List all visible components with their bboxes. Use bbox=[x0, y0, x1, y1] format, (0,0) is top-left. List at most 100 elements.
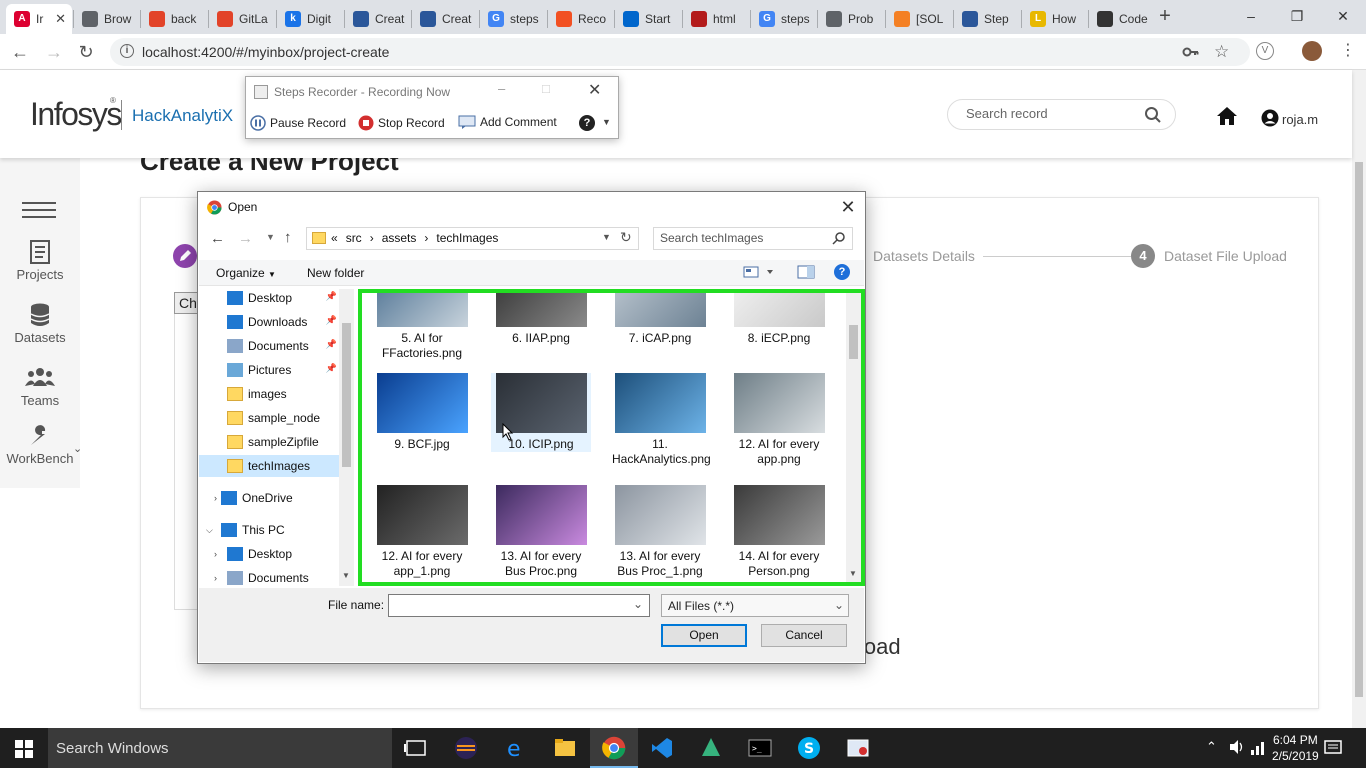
file-type-select[interactable]: All Files (*.*) ⌄ bbox=[661, 594, 849, 617]
task-view-icon[interactable] bbox=[404, 736, 430, 760]
skype-icon[interactable]: S bbox=[797, 736, 823, 760]
bookmark-star-icon[interactable]: ☆ bbox=[1214, 42, 1229, 62]
vivaldi-extension-icon[interactable]: V bbox=[1256, 42, 1274, 60]
browser-tab[interactable]: Code bbox=[1089, 4, 1155, 34]
vscode-icon[interactable] bbox=[650, 736, 676, 760]
sourcetree-icon[interactable] bbox=[699, 736, 725, 760]
nav-datasets[interactable]: Datasets bbox=[0, 303, 80, 345]
network-icon[interactable] bbox=[1250, 740, 1266, 759]
expanded-chevron-icon[interactable]: ⌵ bbox=[206, 525, 213, 536]
file-item[interactable]: 11. HackAnalytics.png bbox=[610, 373, 711, 467]
info-icon[interactable]: i bbox=[120, 44, 134, 58]
collapsed-chevron-icon[interactable]: › bbox=[214, 573, 217, 583]
minimize-window-button[interactable]: – bbox=[1228, 0, 1274, 32]
breadcrumb-item[interactable]: src bbox=[346, 231, 362, 245]
dialog-help-icon[interactable]: ? bbox=[834, 264, 850, 280]
volume-icon[interactable] bbox=[1228, 738, 1246, 759]
dialog-search-icon[interactable] bbox=[832, 231, 846, 248]
search-icon[interactable] bbox=[1144, 106, 1162, 127]
browser-tab[interactable]: A Ir ✕ bbox=[6, 4, 72, 34]
eclipse-icon[interactable] bbox=[454, 736, 480, 760]
home-icon[interactable] bbox=[1216, 106, 1238, 129]
browser-tab[interactable]: Brow bbox=[74, 4, 140, 34]
help-dropdown-arrow-icon[interactable]: ▼ bbox=[602, 117, 611, 127]
close-window-button[interactable]: ✕ bbox=[1320, 0, 1366, 32]
dialog-search-input[interactable] bbox=[660, 231, 828, 245]
page-scrollbar-thumb[interactable] bbox=[1355, 162, 1363, 697]
tree-item[interactable]: Downloads 📌 bbox=[199, 311, 341, 333]
refresh-icon[interactable]: ↻ bbox=[620, 229, 632, 246]
profile-avatar[interactable] bbox=[1302, 41, 1322, 61]
recorder-maximize-button[interactable]: □ bbox=[542, 81, 550, 96]
organize-button[interactable]: Organize ▼ bbox=[216, 266, 276, 280]
grid-scroll-down-arrow-icon[interactable]: ▼ bbox=[849, 569, 857, 578]
scroll-down-arrow-icon[interactable]: ▼ bbox=[342, 571, 350, 580]
tree-item[interactable]: ⌵ This PC bbox=[199, 519, 341, 541]
windows-start-icon[interactable] bbox=[15, 740, 33, 761]
pause-record-button[interactable]: Pause Record bbox=[250, 115, 346, 131]
file-grid-scrollbar-thumb[interactable] bbox=[849, 325, 858, 359]
edge-icon[interactable]: e bbox=[504, 736, 530, 762]
steps-recorder-taskbar-icon[interactable] bbox=[846, 736, 872, 760]
change-view-icon[interactable] bbox=[743, 265, 777, 282]
preview-pane-icon[interactable] bbox=[797, 265, 815, 282]
new-folder-button[interactable]: New folder bbox=[307, 266, 364, 280]
menu-kebab-icon[interactable]: ⋮ bbox=[1340, 40, 1356, 60]
help-icon[interactable]: ? bbox=[579, 115, 595, 131]
tree-item[interactable]: Documents 📌 bbox=[199, 335, 341, 357]
show-hidden-icons-icon[interactable]: ⌃ bbox=[1206, 739, 1217, 755]
browser-tab[interactable]: GitLa bbox=[209, 4, 275, 34]
back-icon[interactable]: ← bbox=[8, 40, 32, 64]
recent-locations-chevron-icon[interactable]: ▼ bbox=[266, 232, 275, 242]
action-center-icon[interactable] bbox=[1324, 739, 1342, 760]
breadcrumb-item[interactable]: « bbox=[331, 231, 338, 245]
file-grid-scrollbar[interactable]: ▼ bbox=[846, 293, 861, 582]
file-explorer-icon[interactable] bbox=[553, 736, 579, 760]
browser-tab[interactable]: html bbox=[683, 4, 749, 34]
tree-item[interactable]: › Desktop bbox=[199, 543, 341, 565]
tab-close-icon[interactable]: ✕ bbox=[55, 11, 66, 27]
browser-tab[interactable]: [SOL bbox=[886, 4, 952, 34]
file-item[interactable]: 6. IIAP.png bbox=[491, 293, 591, 346]
chrome-taskbar-active[interactable] bbox=[590, 728, 638, 768]
nav-teams[interactable]: Teams bbox=[0, 366, 80, 408]
tree-item[interactable]: images bbox=[199, 383, 341, 405]
browser-tab[interactable]: Creat bbox=[345, 4, 411, 34]
breadcrumb-item[interactable]: techImages bbox=[436, 231, 498, 245]
taskbar-search[interactable]: Search Windows bbox=[48, 728, 392, 768]
browser-tab[interactable]: k Digit bbox=[277, 4, 343, 34]
key-icon[interactable] bbox=[1182, 43, 1200, 64]
browser-tab[interactable]: Reco bbox=[548, 4, 614, 34]
recorder-close-button[interactable]: ✕ bbox=[588, 80, 601, 100]
nav-workbench[interactable]: WorkBench bbox=[0, 424, 80, 466]
browser-tab[interactable]: Step bbox=[954, 4, 1020, 34]
file-item[interactable]: 9. BCF.jpg bbox=[372, 373, 472, 452]
file-item[interactable]: 12. AI for every app.png bbox=[729, 373, 829, 467]
page-scrollbar[interactable] bbox=[1352, 70, 1366, 728]
file-item[interactable]: 14. AI for every Person.png bbox=[729, 485, 829, 579]
navigation-scrollbar-thumb[interactable] bbox=[342, 323, 351, 467]
file-item[interactable]: 13. AI for every Bus Proc_1.png bbox=[610, 485, 710, 579]
file-item[interactable]: 12. AI for every app_1.png bbox=[372, 485, 472, 579]
browser-tab[interactable]: back bbox=[141, 4, 207, 34]
new-tab-button[interactable]: + bbox=[1154, 6, 1176, 28]
file-name-dropdown-icon[interactable]: ⌄ bbox=[633, 597, 643, 611]
dialog-address-bar[interactable]: « src › assets › techImages ▼ ↻ bbox=[306, 227, 639, 250]
tree-item[interactable]: Desktop 📌 bbox=[199, 289, 341, 309]
address-bar[interactable]: i localhost:4200/#/myinbox/project-creat… bbox=[110, 38, 1250, 66]
tree-item[interactable]: sample_node bbox=[199, 407, 341, 429]
open-button[interactable]: Open bbox=[661, 624, 747, 647]
stop-record-button[interactable]: Stop Record bbox=[358, 115, 445, 131]
nav-projects[interactable]: Projects bbox=[0, 240, 80, 282]
dialog-back-icon[interactable]: ← bbox=[210, 230, 225, 247]
file-item[interactable]: 5. AI for FFactories.png bbox=[372, 293, 472, 361]
recorder-minimize-button[interactable]: – bbox=[498, 81, 505, 96]
file-item[interactable]: 13. AI for every Bus Proc.png bbox=[491, 485, 591, 579]
up-folder-icon[interactable]: ↑ bbox=[284, 229, 292, 246]
add-comment-button[interactable]: Add Comment bbox=[458, 115, 557, 129]
collapsed-chevron-icon[interactable]: › bbox=[214, 549, 217, 559]
cancel-button[interactable]: Cancel bbox=[761, 624, 847, 647]
user-name[interactable]: roja.m bbox=[1282, 112, 1318, 127]
reload-icon[interactable]: ↻ bbox=[74, 40, 98, 64]
terminal-icon[interactable]: >_ bbox=[748, 736, 774, 760]
